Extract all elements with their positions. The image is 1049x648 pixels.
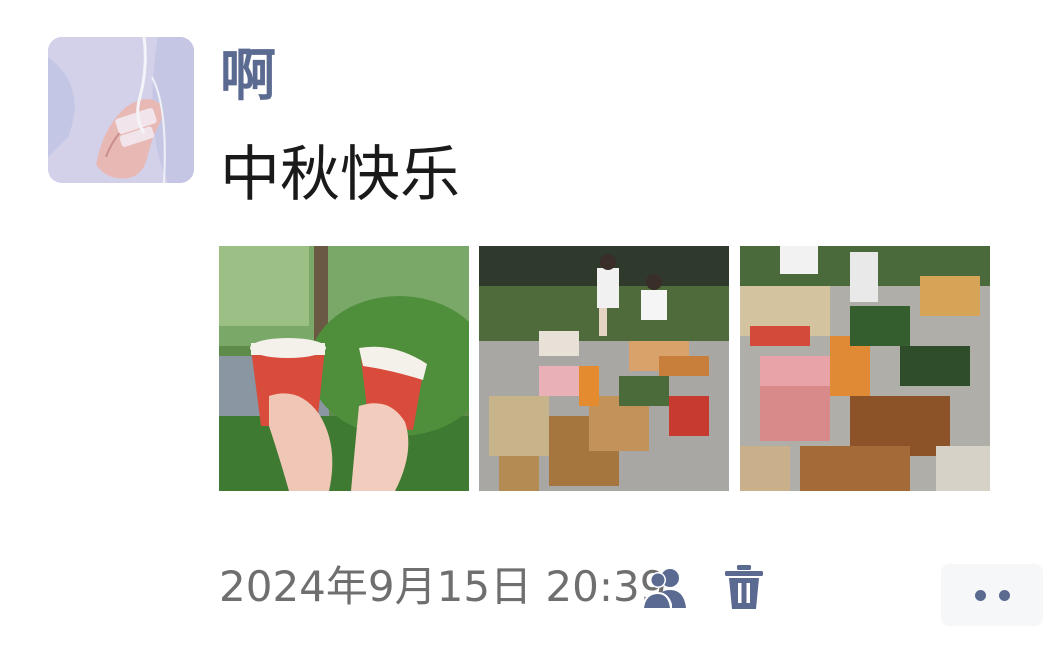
more-button[interactable] xyxy=(941,564,1043,626)
more-dots-icon xyxy=(998,589,1010,601)
post-timestamp: 2024年9月15日 20:39 xyxy=(219,562,667,611)
photo-party-table xyxy=(479,246,729,491)
avatar-image xyxy=(48,37,194,183)
photo-thumbnail-2[interactable] xyxy=(479,246,729,491)
photo-food-trays xyxy=(740,246,990,491)
photo-cups xyxy=(219,246,469,491)
username[interactable]: 啊 xyxy=(220,44,276,110)
more-dots-icon xyxy=(974,589,986,601)
post-text: 中秋快乐 xyxy=(220,140,460,210)
photo-thumbnail-3[interactable] xyxy=(740,246,990,491)
trash-icon[interactable] xyxy=(722,563,766,611)
avatar[interactable] xyxy=(48,37,194,183)
people-icon[interactable] xyxy=(640,566,692,610)
photo-thumbnail-1[interactable] xyxy=(219,246,469,491)
